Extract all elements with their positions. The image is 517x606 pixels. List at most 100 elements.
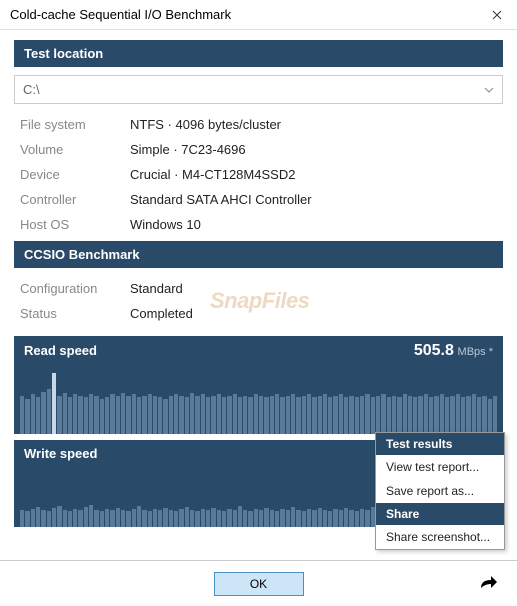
chart-bar (201, 509, 205, 527)
chart-bar (461, 397, 465, 434)
share-arrow-icon (479, 574, 499, 590)
chart-bar (132, 394, 136, 434)
chart-bar (100, 399, 104, 434)
chart-bar (63, 510, 67, 527)
chart-bar (78, 510, 82, 527)
chart-bar (259, 510, 263, 527)
chart-bar (328, 511, 332, 527)
titlebar: Cold-cache Sequential I/O Benchmark (0, 0, 517, 30)
fs-label: File system (20, 117, 130, 132)
chart-bar (466, 396, 470, 434)
menu-share-screenshot[interactable]: Share screenshot... (376, 525, 504, 549)
chart-bar (482, 396, 486, 434)
close-button[interactable] (485, 3, 509, 27)
chart-bar (233, 394, 237, 434)
chart-bar (456, 394, 460, 434)
chart-bar (264, 508, 268, 527)
chart-bar (169, 396, 173, 434)
chart-bar (25, 511, 29, 527)
benchmark-header: CCSIO Benchmark (14, 241, 503, 268)
chart-bar (57, 506, 61, 527)
chart-bar (238, 397, 242, 434)
chart-bar (493, 396, 497, 434)
chart-bar (387, 397, 391, 434)
chart-bar (116, 396, 120, 434)
chart-bar (206, 510, 210, 527)
chart-bar (211, 508, 215, 527)
chart-bar (105, 509, 109, 527)
chart-bar (365, 510, 369, 527)
chart-bar (254, 509, 258, 527)
share-button[interactable] (479, 573, 499, 596)
chart-bar (185, 507, 189, 527)
chart-bar (302, 396, 306, 434)
chart-bar (339, 510, 343, 527)
chart-bar (217, 510, 221, 527)
chart-bar (100, 511, 104, 527)
chart-bar (248, 397, 252, 434)
chart-bar (163, 508, 167, 527)
chart-bar (286, 510, 290, 527)
context-menu: Test results View test report... Save re… (375, 432, 505, 550)
chart-bar (89, 394, 93, 434)
chart-bar (291, 394, 295, 434)
chart-bar (195, 396, 199, 434)
chevron-down-icon (484, 87, 494, 93)
chart-bar (227, 396, 231, 434)
fs-value: NTFS · 4096 bytes/cluster (130, 117, 281, 132)
chart-bar (243, 396, 247, 434)
chart-bar (211, 396, 215, 434)
chart-bar (222, 511, 226, 527)
chart-bar (477, 397, 481, 434)
chart-bar (78, 396, 82, 434)
chart-bar (429, 397, 433, 434)
chart-bar (312, 510, 316, 527)
ctrl-label: Controller (20, 192, 130, 207)
chart-bar (296, 397, 300, 434)
chart-bar (243, 510, 247, 527)
chart-bar (31, 509, 35, 527)
chart-bar (126, 511, 130, 527)
chart-bar (472, 394, 476, 434)
drive-dropdown[interactable]: C:\ (14, 75, 503, 104)
read-value-wrap: 505.8 MBps * (414, 342, 493, 360)
chart-bar (227, 509, 231, 527)
chart-bar (333, 509, 337, 527)
chart-bar (318, 396, 322, 434)
chart-bar (418, 396, 422, 434)
chart-bar (355, 397, 359, 434)
ok-button[interactable]: OK (214, 572, 304, 596)
chart-bar (355, 511, 359, 527)
chart-bar (434, 396, 438, 434)
chart-bar (344, 397, 348, 434)
cfg-label: Configuration (20, 281, 130, 296)
chart-bar (137, 397, 141, 434)
chart-bar (275, 511, 279, 527)
chart-bar (41, 392, 45, 434)
chart-bar (41, 510, 45, 527)
chart-bar (275, 394, 279, 434)
dev-label: Device (20, 167, 130, 182)
menu-view-report[interactable]: View test report... (376, 455, 504, 479)
test-location-header: Test location (14, 40, 503, 67)
chart-bar (259, 396, 263, 434)
chart-bar (349, 510, 353, 527)
chart-bar (264, 397, 268, 434)
chart-bar (450, 396, 454, 434)
drive-value: C:\ (23, 82, 40, 97)
chart-bar (84, 397, 88, 434)
chart-bar (158, 397, 162, 434)
chart-bar (153, 396, 157, 434)
chart-bar (94, 396, 98, 434)
chart-bar (328, 397, 332, 434)
chart-bar (344, 508, 348, 527)
menu-save-report[interactable]: Save report as... (376, 479, 504, 503)
chart-bar (296, 510, 300, 527)
chart-bar (280, 397, 284, 434)
chart-bar (148, 394, 152, 434)
chart-bar (121, 510, 125, 527)
chart-bar (201, 394, 205, 434)
chart-bar (280, 509, 284, 527)
chart-bar (408, 396, 412, 434)
chart-bar (169, 510, 173, 527)
